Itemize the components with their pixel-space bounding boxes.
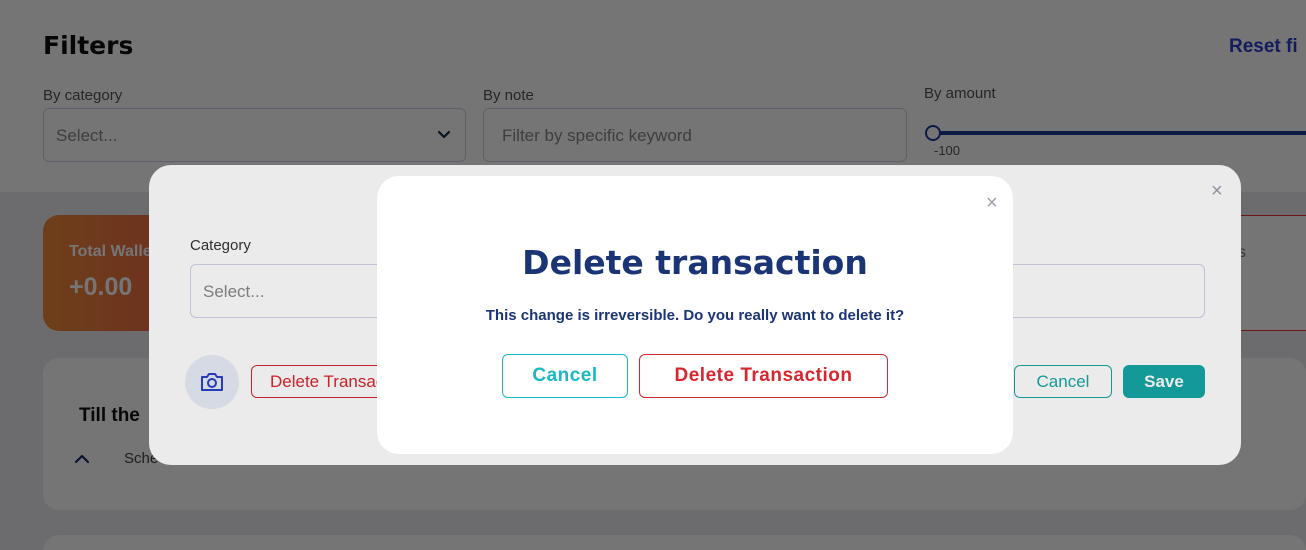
confirm-delete-button[interactable]: Delete Transaction <box>639 354 888 398</box>
dialog-message: This change is irreversible. Do you real… <box>485 307 905 324</box>
delete-confirmation-dialog: × Delete transaction This change is irre… <box>377 176 1013 454</box>
dialog-title: Delete transaction <box>522 243 868 282</box>
cancel-button[interactable]: Cancel <box>502 354 628 398</box>
close-icon[interactable]: × <box>986 193 998 213</box>
